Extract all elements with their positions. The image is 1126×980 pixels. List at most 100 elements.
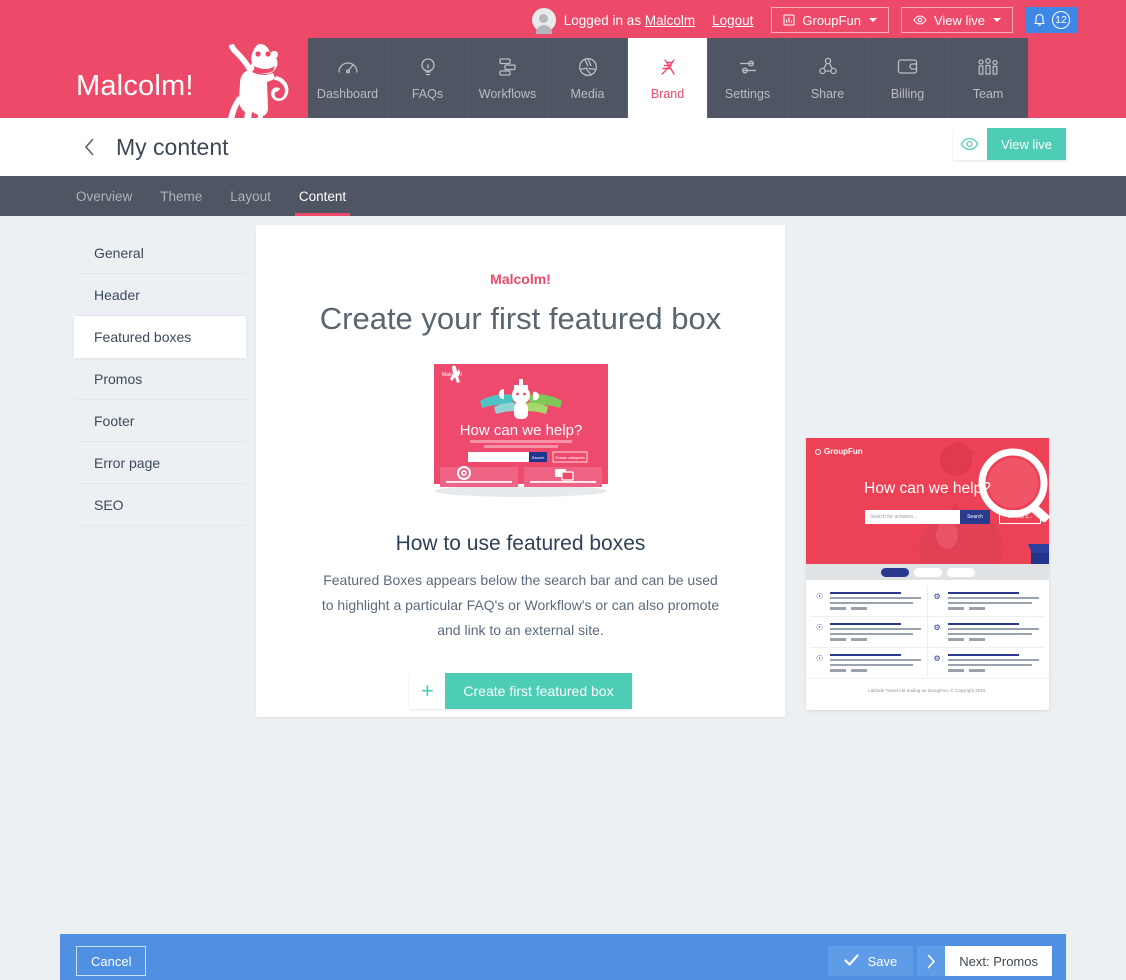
chevron-down-icon — [993, 18, 1001, 22]
svg-text:How can we help?: How can we help? — [459, 422, 582, 439]
nav-item-brand[interactable]: Brand — [628, 38, 708, 118]
nav-item-billing[interactable]: Billing — [868, 38, 948, 118]
card-brand-label: Malcolm! — [490, 271, 551, 287]
check-icon — [844, 953, 859, 969]
next-promos-button[interactable]: Next: Promos — [945, 946, 1052, 976]
nav-label: Share — [810, 86, 845, 101]
top-header: Malcolm! Logged in as Malcolm Logout Gro… — [0, 0, 1126, 142]
gear-icon: ⚙ — [933, 623, 941, 632]
card-subheading: How to use featured boxes — [395, 532, 646, 555]
preview-list-item: ⚙ — [927, 586, 1045, 617]
lightbulb-icon — [419, 56, 437, 78]
preview-list-item: ☉ — [810, 617, 927, 648]
preview-search-input[interactable]: Search for answers... — [865, 510, 960, 524]
svg-text:Browse categories: Browse categories — [555, 456, 585, 460]
nav-item-workflows[interactable]: Workflows — [468, 38, 548, 118]
preview-hero-artwork — [919, 441, 1049, 564]
svg-text:Search: Search — [531, 455, 544, 460]
preview-list-item: ☉ — [810, 586, 927, 617]
tab-overview[interactable]: Overview — [62, 176, 146, 216]
tab-layout[interactable]: Layout — [216, 176, 285, 216]
chevron-down-icon — [868, 18, 877, 22]
bar-chart-icon — [783, 14, 795, 26]
site-preview-panel[interactable]: GroupFun How can we help? Search for ans… — [806, 438, 1049, 710]
page-header: My content View live — [0, 118, 1126, 176]
notifications-button[interactable]: 12 — [1025, 7, 1078, 33]
nav-item-share[interactable]: Share — [788, 38, 868, 118]
back-button[interactable] — [80, 138, 98, 156]
nav-item-settings[interactable]: Settings — [708, 38, 788, 118]
preview-carousel-dots[interactable] — [806, 564, 1049, 580]
view-live-selector[interactable]: View live — [900, 7, 1013, 33]
carousel-dot-1[interactable] — [880, 567, 909, 577]
save-button[interactable]: Save — [827, 946, 914, 976]
aperture-icon — [578, 56, 598, 78]
wallet-icon — [897, 56, 918, 78]
logged-in-username: Malcolm — [644, 12, 696, 28]
preview-list-item: ⚙ — [928, 648, 1046, 678]
question-icon: ☉ — [816, 654, 824, 663]
bell-icon — [1033, 12, 1046, 29]
preview-search-button[interactable]: Search — [960, 510, 990, 524]
help-center-preview-illustration: Malcolm! How can we help? Search Browse … — [430, 361, 611, 497]
chevron-right-icon — [917, 946, 946, 976]
share-nodes-icon — [818, 56, 838, 78]
preview-hero-title: How can we help? — [864, 480, 991, 497]
plus-icon: + — [409, 673, 446, 709]
view-live-group: View live — [952, 128, 1066, 160]
action-bar-right: Save Next: Promos — [827, 946, 1052, 976]
nav-item-faqs[interactable]: FAQs — [388, 38, 468, 118]
preview-list-item: ⚙ — [927, 617, 1045, 648]
preview-footer-text: Latitude Travel Ltd trading as GroupFun.… — [806, 678, 1049, 702]
card-heading: Create your first featured box — [319, 301, 722, 336]
nav-item-media[interactable]: Media — [548, 38, 628, 118]
preview-logo-label: GroupFun — [824, 447, 863, 456]
sidebar-item-promos[interactable]: Promos — [76, 358, 246, 400]
account-bar: Logged in as Malcolm Logout GroupFun Vie… — [531, 6, 1078, 34]
carousel-dot-2[interactable] — [913, 567, 942, 577]
nav-label: Team — [972, 86, 1004, 101]
sidebar-item-footer[interactable]: Footer — [76, 400, 246, 442]
logged-in-label: Logged in as Malcolm — [564, 13, 695, 28]
question-icon: ☉ — [816, 623, 824, 632]
sidebar-item-error-page[interactable]: Error page — [76, 442, 246, 484]
empty-state-card: Malcolm! Create your first featured box … — [256, 225, 785, 717]
workspace-label: GroupFun — [802, 12, 861, 28]
card-body-text: Featured Boxes appears below the search … — [321, 572, 720, 638]
logout-link[interactable]: Logout — [712, 13, 753, 28]
view-live-button[interactable]: View live — [986, 128, 1066, 160]
preview-browse-button[interactable]: Browse c... — [999, 510, 1041, 524]
next-group[interactable]: Next: Promos — [917, 946, 1052, 976]
sidebar-item-general[interactable]: General — [76, 232, 246, 274]
nav-label: Dashboard — [316, 86, 379, 101]
nav-label: Workflows — [478, 86, 537, 101]
workspace-selector[interactable]: GroupFun — [771, 7, 889, 33]
tab-content[interactable]: Content — [285, 176, 360, 216]
nav-item-team[interactable]: Team — [948, 38, 1028, 118]
app-logo-text: Malcolm! — [76, 69, 194, 102]
people-icon — [977, 56, 999, 78]
content-body: General Header Featured boxes Promos Foo… — [0, 216, 1126, 980]
gear-icon: ⚙ — [933, 654, 941, 663]
nav-item-dashboard[interactable]: Dashboard — [308, 38, 388, 118]
cancel-button[interactable]: Cancel — [76, 946, 147, 976]
main-nav: Dashboard FAQs Workflows Media Brand Set… — [308, 38, 1028, 118]
sub-tabs: Overview Theme Layout Content — [0, 176, 1126, 216]
preview-content-grid: ☉ ☉ ☉ ⚙ ⚙ ⚙ — [806, 580, 1049, 678]
nav-label: Media — [570, 86, 605, 101]
tab-theme[interactable]: Theme — [146, 176, 216, 216]
carousel-dot-3[interactable] — [946, 567, 975, 577]
nav-label: Billing — [890, 86, 925, 101]
preview-hero: GroupFun How can we help? Search for ans… — [806, 438, 1049, 564]
notification-count: 12 — [1052, 11, 1070, 29]
sidebar-item-seo[interactable]: SEO — [76, 484, 246, 526]
view-live-label: View live — [933, 12, 985, 28]
sidebar-item-header[interactable]: Header — [76, 274, 246, 316]
create-first-featured-box-button[interactable]: Create first featured box — [445, 673, 632, 709]
eye-icon[interactable] — [952, 128, 987, 160]
action-bar: Cancel Save Next: Promos — [60, 934, 1066, 980]
sidebar-item-featured-boxes[interactable]: Featured boxes — [74, 316, 246, 358]
create-first-featured-box-group[interactable]: + Create first featured box — [409, 673, 632, 709]
content-sidebar: General Header Featured boxes Promos Foo… — [74, 232, 246, 526]
nav-label: Brand — [650, 86, 685, 101]
